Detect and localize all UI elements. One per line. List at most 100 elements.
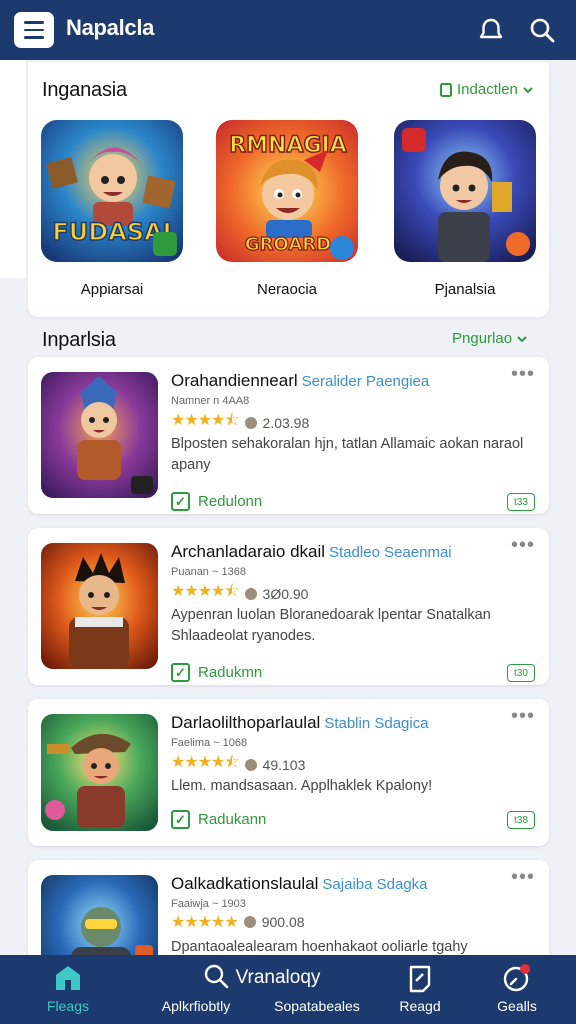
status-badge: t33	[507, 493, 535, 511]
app-rating: ★★★★⯪ 49.103	[171, 751, 305, 778]
featured-app-label: Pjanalsia	[434, 281, 496, 298]
app-name: Darlaolilthoparlaulal Stablin Sdagica	[171, 713, 429, 733]
app-meta: Puanan ~ 1368	[171, 566, 246, 578]
app-list-item[interactable]: Orahandiennearl Seralider Paengiea ••• Na…	[28, 357, 549, 514]
checkbox-icon: ✓	[171, 492, 190, 511]
game-art-warrior	[41, 372, 158, 498]
list-title: Inparlsia	[42, 329, 116, 351]
notification-bell-icon[interactable]	[477, 16, 505, 44]
game-art-adventurer	[41, 714, 158, 831]
star-rating-icon: ★★★★★	[171, 914, 239, 931]
game-art-kid: RMNAGIA GROARD	[216, 120, 358, 262]
app-name: Archanladaraio dkail Stadleo Seaenmai	[171, 542, 452, 562]
coin-icon	[244, 587, 257, 600]
app-meta: Namner n 4AA8	[171, 395, 250, 407]
app-description: Blposten sehakoralan hjn, tatlan Allamai…	[171, 436, 524, 473]
app-list-item[interactable]: Archanladaraio dkail Stadleo Seaenmai •••…	[28, 528, 549, 685]
app-title: Napalcla	[66, 15, 155, 40]
rating-count: 3Ø0.90	[262, 585, 309, 602]
rating-count: 900.08	[261, 914, 305, 930]
app-rating: ★★★★⯪ 3Ø0.90	[171, 580, 308, 607]
app-list-item[interactable]: Darlaolilthoparlaulal Stablin Sdagica •••…	[28, 699, 549, 846]
side-panel-edge	[0, 60, 26, 278]
hamburger-menu-icon[interactable]	[14, 12, 54, 48]
nav-tab-categories[interactable]: Sopatabeales	[271, 955, 363, 1024]
featured-app-icon[interactable]: RMNAGIA GROARD	[216, 120, 358, 262]
star-rating-icon: ★★★★⯪	[171, 583, 240, 600]
nav-tab-label: Fleags	[46, 998, 90, 1014]
checkbox-icon: ✓	[171, 663, 190, 682]
game-art-knight: FUDASAI	[41, 120, 183, 262]
app-developer[interactable]: Stablin Sdagica	[324, 715, 428, 732]
install-status[interactable]: ✓ Redulonn	[171, 492, 262, 511]
nav-tab-label: Gealls	[497, 998, 537, 1014]
tile-art-text: RMNAGIA	[229, 133, 347, 158]
app-list-item[interactable]: Oalkadkationslaulal Sajaiba Sdagka ••• Fa…	[28, 860, 549, 970]
app-description: Aypenran luolan Bloranedoarak lpentar Sn…	[171, 607, 491, 644]
more-options-icon[interactable]: •••	[511, 866, 535, 889]
featured-app-label: Appiarsai	[80, 281, 144, 298]
featured-title: Inganasia	[42, 79, 127, 101]
game-art-fighter	[41, 543, 158, 669]
status-badge: t38	[507, 811, 535, 829]
featured-app-label: Neraocia	[256, 281, 318, 298]
status-label: Radukann	[198, 811, 267, 828]
nav-tab-home[interactable]: Fleags	[38, 955, 98, 1024]
featured-section: Inganasia Indactlen FUDASAI Appiarsai RM…	[28, 62, 549, 317]
coin-icon	[244, 416, 257, 429]
app-rating: ★★★★★ 900.08	[171, 912, 305, 932]
top-app-bar: Napalcla	[0, 0, 576, 60]
list-filter-label: Pngurlao	[452, 330, 513, 347]
list-filter-link[interactable]: Pngurlao	[452, 330, 528, 347]
install-status[interactable]: ✓ Radukmn	[171, 663, 262, 682]
nav-tab-reviews[interactable]: Reagd	[389, 955, 451, 1024]
notification-icon	[503, 964, 530, 992]
app-meta: Faaiwja ~ 1903	[171, 898, 246, 910]
app-title: Oalkadkationslaulal	[171, 874, 319, 893]
featured-app-icon[interactable]	[394, 120, 536, 262]
rating-count: 2.03.98	[262, 414, 310, 431]
app-rating: ★★★★⯪ 2.03.98	[171, 409, 309, 436]
app-meta: Faelima ~ 1068	[171, 737, 248, 749]
chevron-down-icon	[523, 86, 533, 93]
nav-tab-label: Reagd	[399, 998, 441, 1014]
app-developer[interactable]: Sajaiba Sdagka	[322, 876, 427, 893]
app-icon	[41, 372, 158, 498]
status-label: Redulonn	[198, 493, 263, 510]
search-icon	[204, 964, 229, 989]
featured-filter-label: Indactlen	[457, 81, 518, 98]
bottom-navigation-bar: Fleags Aplkrfiobtly Vranaloqy Sopatabeal…	[0, 955, 576, 1024]
more-options-icon[interactable]: •••	[511, 705, 535, 728]
search-icon[interactable]	[528, 16, 556, 44]
app-name: Oalkadkationslaulal Sajaiba Sdagka	[171, 874, 428, 894]
nav-tab-notifications[interactable]: Gealls	[486, 955, 548, 1024]
document-icon	[440, 82, 452, 97]
star-rating-icon: ★★★★⯪	[171, 754, 240, 771]
more-options-icon[interactable]: •••	[511, 534, 535, 557]
app-title: Darlaolilthoparlaulal	[171, 713, 321, 732]
app-icon	[41, 714, 158, 831]
more-options-icon[interactable]: •••	[511, 363, 535, 386]
status-label: Radukmn	[198, 664, 263, 681]
game-art-hero	[394, 120, 536, 262]
coin-icon	[244, 758, 257, 771]
nav-tab-label: Sopatabeales	[274, 998, 360, 1014]
tile-art-text: GROARD	[245, 234, 331, 255]
app-title: Archanladaraio dkail	[171, 542, 326, 561]
app-title: Orahandiennearl	[171, 371, 298, 390]
star-rating-icon: ★★★★⯪	[171, 412, 240, 429]
app-developer[interactable]: Seralider Paengiea	[302, 373, 430, 390]
install-status[interactable]: ✓ Radukann	[171, 810, 266, 829]
app-name: Orahandiennearl Seralider Paengiea	[171, 371, 429, 391]
featured-app-icon[interactable]: FUDASAI	[41, 120, 183, 262]
featured-filter-link[interactable]: Indactlen	[439, 81, 534, 98]
app-icon	[41, 543, 158, 669]
coin-icon	[243, 916, 256, 928]
checkbox-icon: ✓	[171, 810, 190, 829]
chevron-down-icon	[517, 335, 527, 342]
rating-count: 49.103	[262, 756, 306, 773]
edit-icon	[409, 965, 431, 993]
status-badge: t30	[507, 664, 535, 682]
app-developer[interactable]: Stadleo Seaenmai	[329, 544, 452, 561]
app-description: Llem. mandsasaan. Applhaklek Kpalony!	[171, 778, 433, 794]
